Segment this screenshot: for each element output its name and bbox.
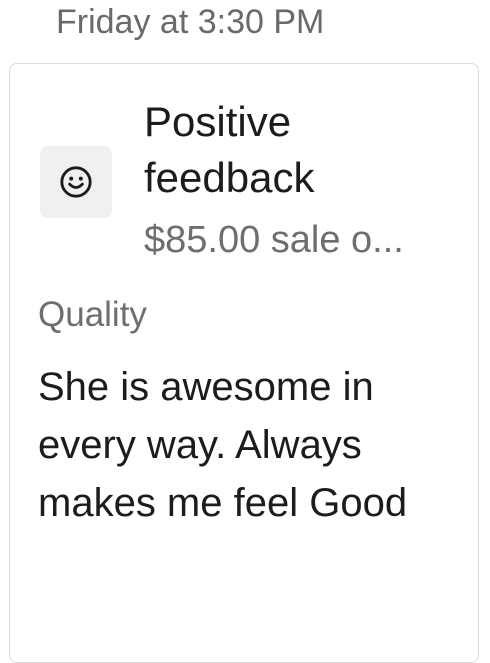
feedback-comment: She is awesome in every way. Always make…: [38, 365, 408, 525]
feedback-title: Positive feedback: [144, 98, 315, 201]
feedback-icon-tile: [40, 146, 112, 218]
smiley-face-icon: [60, 166, 92, 198]
feedback-card[interactable]: Positive feedback $85.00 sale o... Quali…: [9, 63, 479, 663]
feedback-sale-summary: $85.00 sale o...: [144, 219, 404, 261]
message-timestamp: Friday at 3:30 PM: [56, 3, 325, 41]
feedback-category: Quality: [38, 295, 147, 334]
